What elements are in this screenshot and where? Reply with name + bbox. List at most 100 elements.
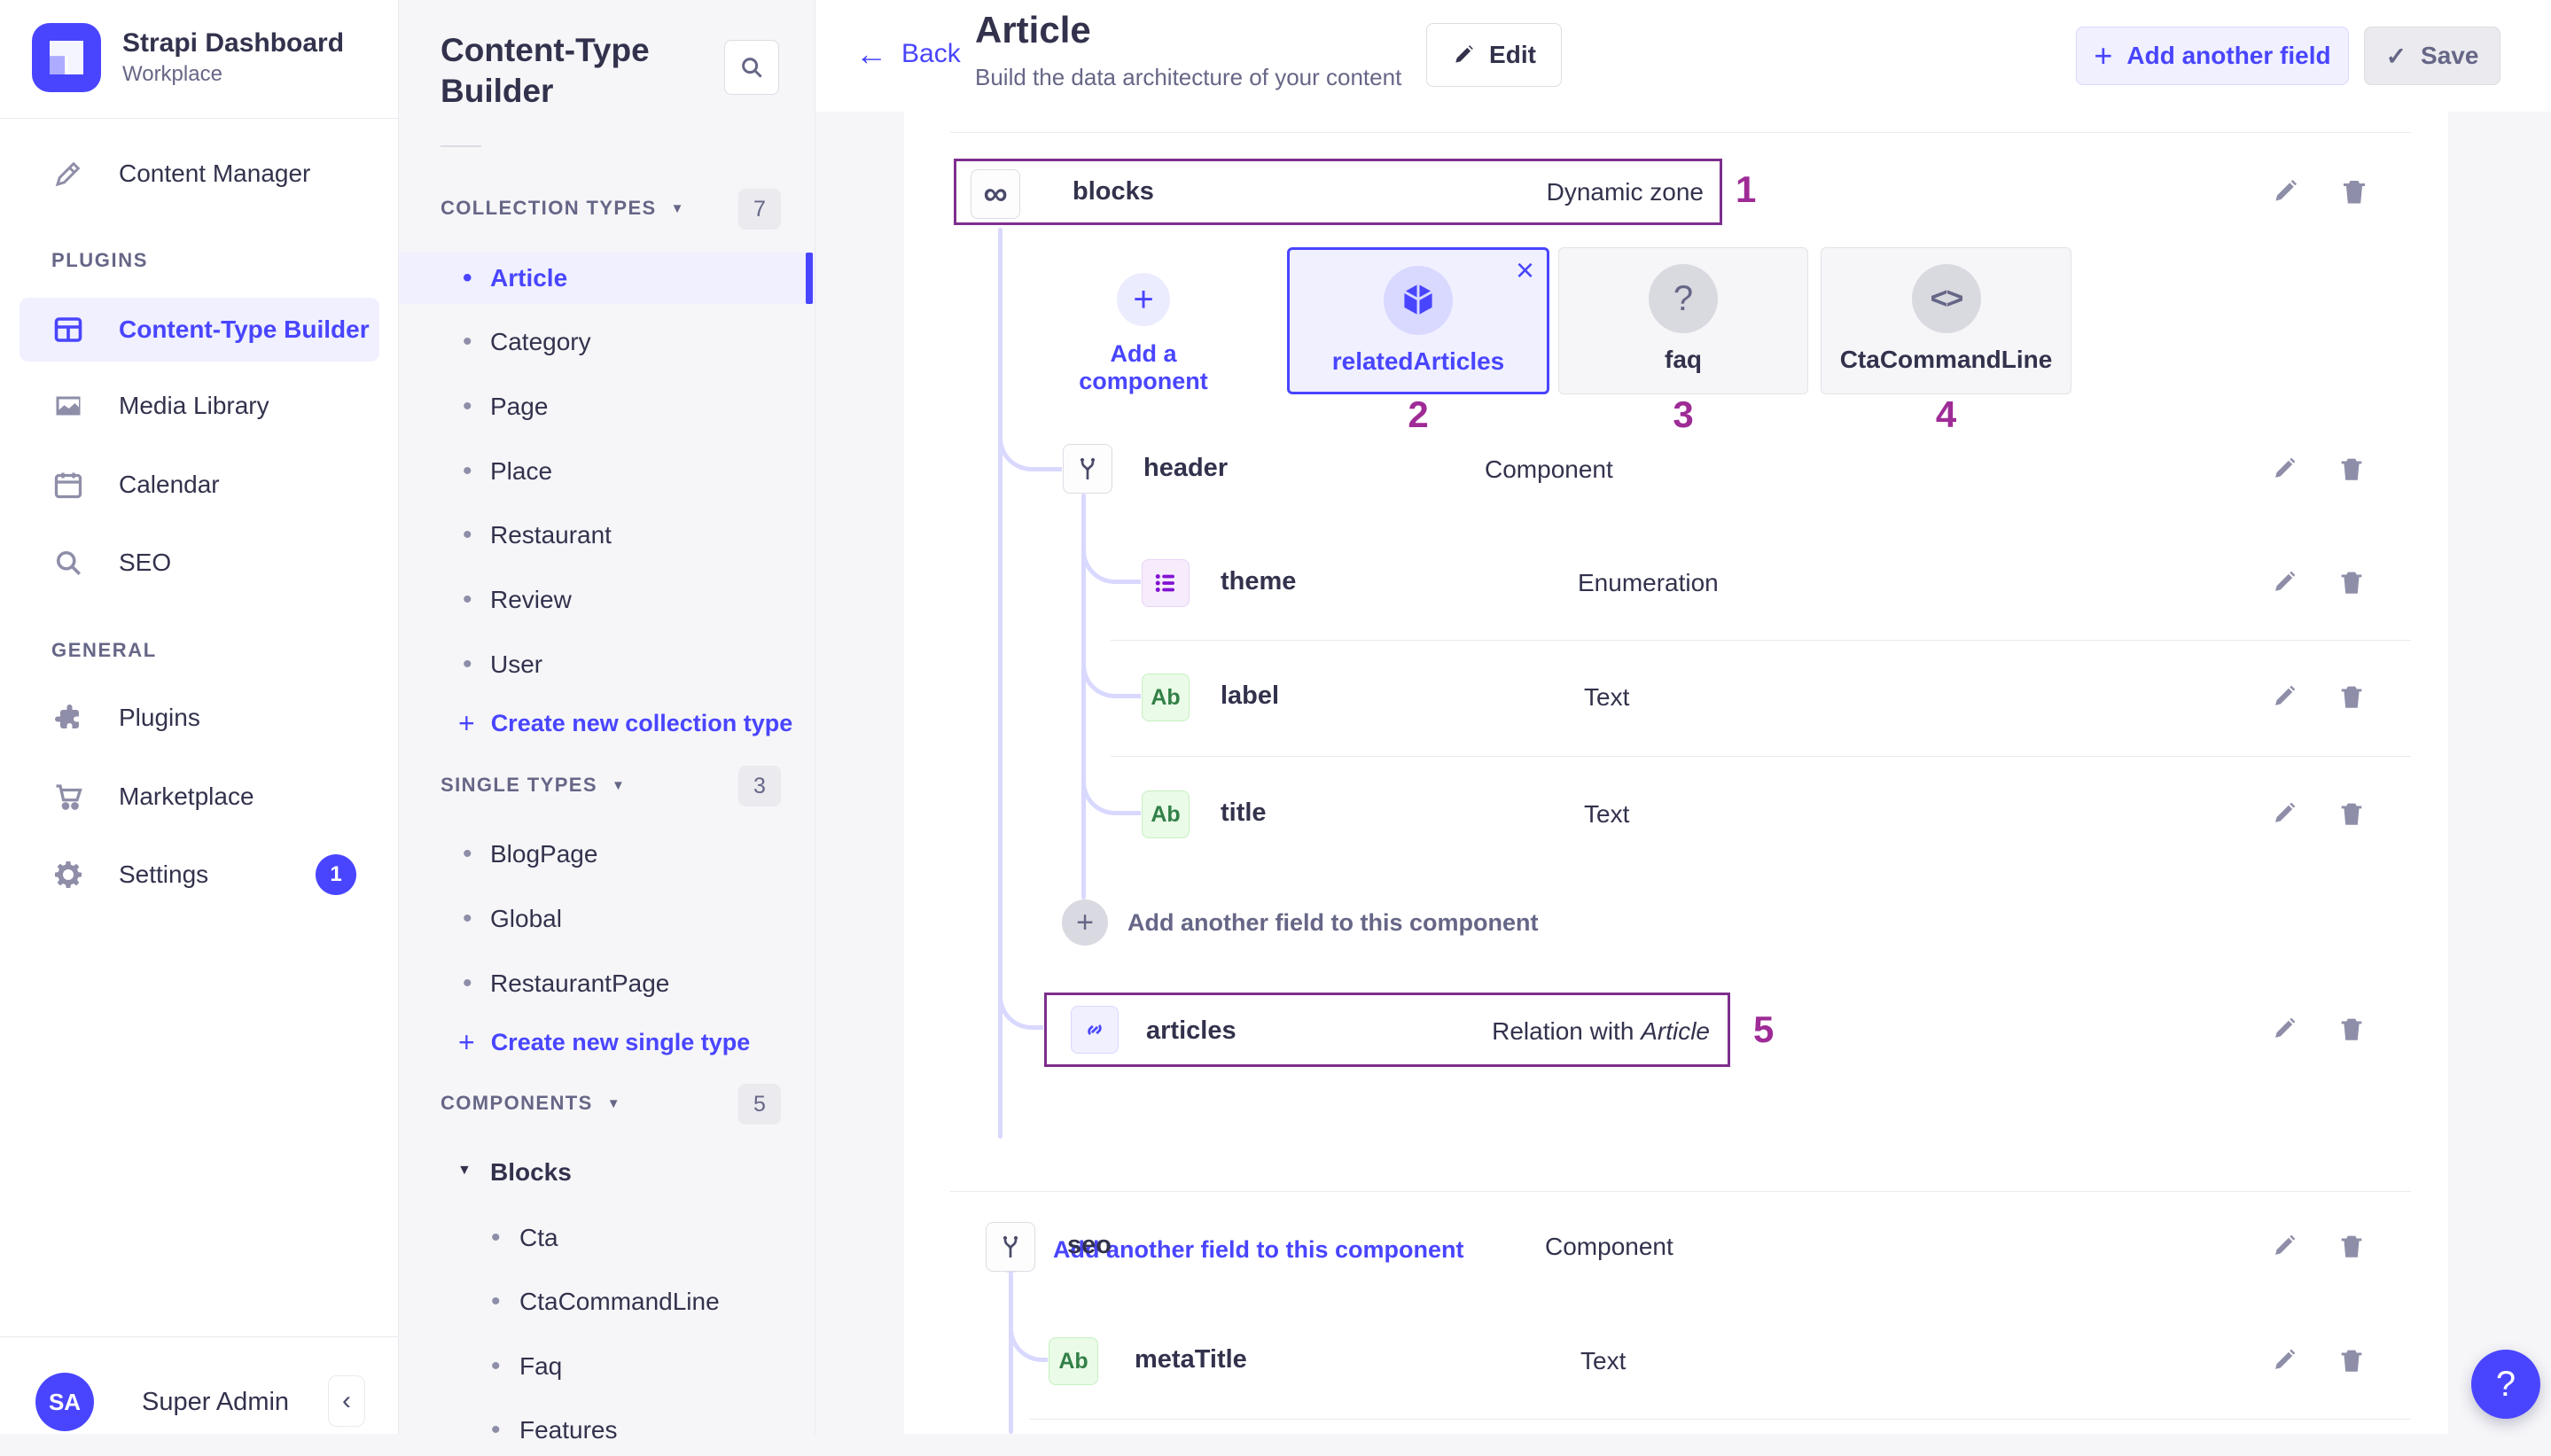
- subnav-title: Content-Type Builder: [441, 30, 706, 112]
- bullet-icon: •: [463, 650, 472, 680]
- field-row-blocks-highlight[interactable]: ∞ blocks Dynamic zone: [954, 159, 1722, 225]
- subnav-item-review[interactable]: • Review: [399, 574, 815, 626]
- create-collection-type-link[interactable]: + Create new collection type: [458, 698, 792, 748]
- pen-icon: [50, 155, 87, 192]
- user-divider: [0, 1336, 399, 1337]
- components-group-blocks[interactable]: ▼ Blocks: [399, 1148, 815, 1199]
- sidebar-item-plugins[interactable]: Plugins: [20, 686, 379, 750]
- bullet-icon: •: [463, 520, 472, 550]
- sidebar-item-marketplace[interactable]: Marketplace: [20, 765, 379, 829]
- save-button[interactable]: ✓ Save: [2364, 27, 2500, 85]
- subnav-item-place[interactable]: • Place: [399, 446, 815, 497]
- sidebar-divider: [0, 118, 399, 119]
- subnav-item-faq[interactable]: • Faq: [399, 1341, 815, 1392]
- sidebar-item-calendar[interactable]: Calendar: [20, 453, 379, 517]
- field-row-articles-highlight[interactable]: articles Relation with Article: [1044, 993, 1730, 1067]
- field-type: Enumeration: [1578, 569, 1719, 597]
- cart-icon: [50, 778, 87, 815]
- edit-field-button[interactable]: [2269, 1231, 2299, 1261]
- sidebar-item-content-manager[interactable]: Content Manager: [20, 142, 379, 206]
- single-types-count-badge: 3: [738, 766, 781, 806]
- edit-field-button[interactable]: [2269, 798, 2299, 829]
- collection-types-header[interactable]: COLLECTION TYPES ▼: [441, 189, 685, 228]
- close-icon[interactable]: ×: [1516, 252, 1534, 289]
- question-mark-icon: ?: [2496, 1365, 2516, 1405]
- subnav-item-user[interactable]: • User: [399, 639, 815, 690]
- row-divider: [1111, 640, 2411, 641]
- edit-button[interactable]: Edit: [1426, 23, 1562, 87]
- search-button[interactable]: [724, 40, 779, 95]
- edit-field-button[interactable]: [2269, 175, 2301, 207]
- component-card-relatedarticles[interactable]: × relatedArticles: [1287, 247, 1549, 394]
- back-link[interactable]: ← Back: [855, 39, 961, 69]
- help-button[interactable]: ?: [2471, 1350, 2540, 1419]
- calendar-icon: [50, 466, 87, 503]
- chevron-down-icon: ▼: [607, 1096, 621, 1111]
- row-actions: [2269, 1345, 2367, 1375]
- subnav-item-page[interactable]: • Page: [399, 381, 815, 432]
- edit-field-button[interactable]: [2269, 681, 2299, 712]
- subnav-item-category[interactable]: • Category: [399, 316, 815, 368]
- enumeration-field-icon: [1142, 559, 1190, 607]
- bullet-icon: •: [491, 1223, 501, 1253]
- sidebar-item-media-library[interactable]: Media Library: [20, 374, 379, 438]
- row-divider: [1029, 1419, 2411, 1420]
- row-divider: [950, 132, 2411, 133]
- components-count-badge: 5: [738, 1084, 781, 1125]
- sidebar-item-seo[interactable]: SEO: [20, 531, 379, 595]
- delete-field-button[interactable]: [2336, 454, 2367, 484]
- edit-field-button[interactable]: [2269, 1014, 2299, 1044]
- create-single-type-link[interactable]: + Create new single type: [458, 1017, 750, 1067]
- components-header[interactable]: COMPONENTS ▼: [441, 1084, 621, 1123]
- delete-field-button[interactable]: [2336, 1231, 2367, 1261]
- sidebar-item-label: Content-Type Builder: [119, 315, 370, 344]
- tree-elbow-title: [1081, 744, 1141, 815]
- bullet-icon: •: [463, 585, 472, 615]
- delete-field-button[interactable]: [2336, 681, 2367, 712]
- field-name: metaTitle: [1135, 1345, 1247, 1374]
- subnav-item-features[interactable]: • Features: [399, 1405, 815, 1456]
- edit-field-button[interactable]: [2269, 567, 2299, 597]
- subnav-item-ctacommandline[interactable]: • CtaCommandLine: [399, 1276, 815, 1328]
- sidebar-item-content-type-builder[interactable]: Content-Type Builder: [20, 298, 379, 362]
- delete-field-button[interactable]: [2338, 175, 2370, 207]
- add-field-to-component-button[interactable]: + Add another field to this component: [987, 1226, 1463, 1273]
- text-field-icon: Ab: [1049, 1337, 1098, 1385]
- subnav-item-cta[interactable]: • Cta: [399, 1212, 815, 1264]
- brand: Strapi Dashboard Workplace: [32, 23, 344, 92]
- subnav-item-article[interactable]: • Article: [399, 253, 815, 304]
- add-field-to-component-button[interactable]: + Add another field to this component: [1062, 899, 1538, 946]
- component-card-ctacommandline[interactable]: <> CtaCommandLine: [1821, 247, 2071, 394]
- add-component-button[interactable]: + Add a component: [1055, 273, 1232, 395]
- sidebar-item-settings[interactable]: Settings 1: [20, 843, 379, 907]
- component-card-faq[interactable]: ? faq: [1558, 247, 1808, 394]
- delete-field-button[interactable]: [2336, 798, 2367, 829]
- plus-icon: +: [458, 1026, 475, 1059]
- page-subtitle: Build the data architecture of your cont…: [975, 64, 1401, 91]
- subnav-item-restaurantpage[interactable]: • RestaurantPage: [399, 958, 815, 1009]
- bullet-icon: •: [463, 327, 472, 357]
- brand-name: Strapi Dashboard: [122, 27, 344, 60]
- bullet-icon: •: [463, 392, 472, 422]
- collapse-sidebar-button[interactable]: ‹: [328, 1375, 365, 1427]
- field-name: seo: [1067, 1231, 1112, 1260]
- relation-target: Article: [1641, 1017, 1710, 1045]
- delete-field-button[interactable]: [2336, 567, 2367, 597]
- subnav-item-global[interactable]: • Global: [399, 893, 815, 945]
- delete-field-button[interactable]: [2336, 1014, 2367, 1044]
- edit-field-button[interactable]: [2269, 1345, 2299, 1375]
- single-types-header[interactable]: SINGLE TYPES ▼: [441, 766, 626, 805]
- subnav-item-blogpage[interactable]: • BlogPage: [399, 829, 815, 880]
- search-icon: [738, 54, 765, 81]
- add-another-field-button[interactable]: + Add another field: [2076, 27, 2349, 85]
- avatar[interactable]: SA: [35, 1373, 94, 1431]
- text-field-icon: Ab: [1142, 790, 1190, 838]
- edit-field-button[interactable]: [2269, 454, 2299, 484]
- user-name: Super Admin: [142, 1388, 289, 1417]
- plus-icon: +: [1062, 899, 1108, 946]
- delete-field-button[interactable]: [2336, 1345, 2367, 1375]
- subnav-item-restaurant[interactable]: • Restaurant: [399, 510, 815, 561]
- sidebar-item-label: SEO: [119, 549, 171, 577]
- triangle-down-icon: ▼: [457, 1163, 472, 1179]
- search-icon: [50, 544, 87, 581]
